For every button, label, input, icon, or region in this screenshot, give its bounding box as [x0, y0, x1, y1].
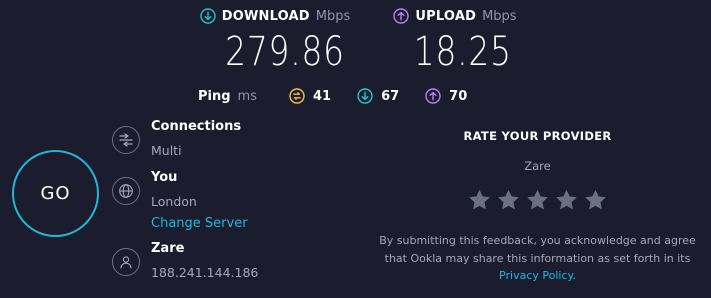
upload-label: UPLOAD [415, 8, 477, 24]
download-label: DOWNLOAD [221, 8, 310, 24]
star-1-icon[interactable] [467, 188, 492, 212]
isp-title: Zare [151, 241, 185, 256]
upload-unit: Mbps [482, 8, 517, 24]
upload-value: 18.25 [414, 29, 513, 75]
download-latency-value: 67 [381, 88, 400, 104]
globe-icon [112, 177, 140, 205]
connections-value: Multi [151, 143, 182, 158]
speedtest-result-panel: DOWNLOAD Mbps 279.86 UPLOAD Mbps 18.25 P… [0, 0, 711, 298]
server-location: London [151, 194, 197, 209]
download-value: 279.86 [225, 29, 345, 75]
star-3-icon[interactable] [525, 188, 550, 212]
download-latency-icon [357, 88, 373, 104]
connections-info: Connections Multi [112, 118, 241, 160]
download-latency: 67 [357, 88, 399, 104]
user-icon [112, 248, 140, 276]
rate-provider-name: Zare [524, 159, 551, 173]
rate-provider-panel: RATE YOUR PROVIDER Zare By submitting th… [366, 128, 709, 285]
star-4-icon[interactable] [554, 188, 579, 212]
idle-latency: 41 [289, 88, 331, 104]
connections-title: Connections [151, 119, 242, 134]
rate-title: RATE YOUR PROVIDER [463, 129, 612, 143]
star-5-icon[interactable] [583, 188, 608, 212]
disclaimer-text: By submitting this feedback, you acknowl… [379, 234, 696, 265]
change-server-link[interactable]: Change Server [151, 215, 248, 233]
upload-latency-icon [425, 88, 441, 104]
server-title: You [151, 170, 178, 185]
go-button[interactable]: GO [12, 150, 99, 237]
feedback-disclaimer: By submitting this feedback, you acknowl… [366, 232, 709, 285]
download-result: DOWNLOAD Mbps 279.86 [200, 6, 350, 78]
download-unit: Mbps [315, 8, 351, 24]
download-icon [200, 8, 216, 24]
star-2-icon[interactable] [496, 188, 521, 212]
privacy-policy-link[interactable]: Privacy Policy [499, 269, 572, 282]
upload-header: UPLOAD Mbps [393, 6, 517, 26]
upload-latency-value: 70 [449, 88, 468, 104]
idle-latency-icon [289, 88, 305, 104]
star-rating [366, 188, 709, 212]
disclaimer-period: . [572, 269, 576, 282]
connections-icon [112, 126, 140, 154]
ping-unit: ms [237, 88, 257, 104]
idle-latency-value: 41 [312, 88, 332, 104]
download-header: DOWNLOAD Mbps [200, 6, 351, 26]
ping-label: Ping [198, 88, 231, 104]
isp-info: Zare 188.241.144.186 [112, 240, 258, 282]
upload-result: UPLOAD Mbps 18.25 [390, 6, 520, 78]
isp-ip: 188.241.144.186 [151, 265, 259, 280]
server-info: You London Change Server [112, 169, 248, 233]
upload-latency: 70 [425, 88, 467, 104]
upload-icon [393, 8, 410, 24]
ping-row: Ping ms 41 67 70 [198, 86, 493, 106]
